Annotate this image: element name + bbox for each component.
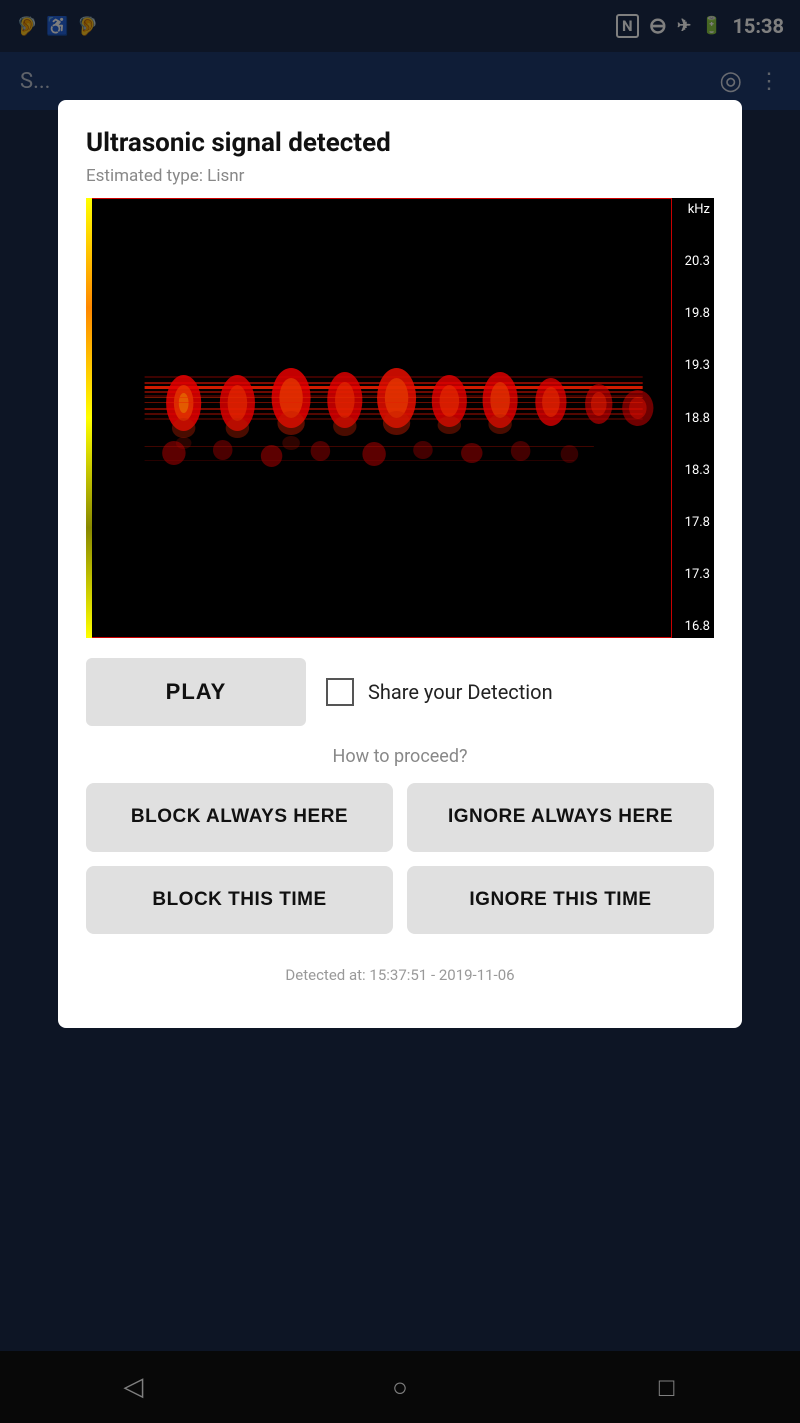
proceed-section: How to proceed? BLOCK ALWAYS HERE IGNORE… — [58, 746, 742, 1028]
share-detection-checkbox[interactable] — [326, 678, 354, 706]
action-grid: BLOCK ALWAYS HERE IGNORE ALWAYS HERE BLO… — [86, 783, 714, 934]
freq-label-188: 18.8 — [676, 411, 710, 426]
ignore-this-button[interactable]: IGNORE THIS TIME — [407, 866, 714, 935]
freq-label-khz: kHz — [676, 202, 710, 217]
freq-label-178: 17.8 — [676, 515, 710, 530]
proceed-question: How to proceed? — [86, 746, 714, 767]
freq-label-198: 19.8 — [676, 306, 710, 321]
spectrogram-svg — [86, 198, 672, 638]
block-this-button[interactable]: BLOCK THIS TIME — [86, 866, 393, 935]
dialog-subtitle: Estimated type: Lisnr — [86, 166, 714, 186]
share-detection-label: Share your Detection — [368, 680, 553, 704]
play-row: PLAY Share your Detection — [58, 638, 742, 746]
freq-label-183: 18.3 — [676, 463, 710, 478]
freq-label-203: 20.3 — [676, 254, 710, 269]
spectrogram: kHz 20.3 19.8 19.3 18.8 18.3 17.8 17.3 1… — [86, 198, 714, 638]
dialog: Ultrasonic signal detected Estimated typ… — [58, 100, 742, 1028]
block-always-button[interactable]: BLOCK ALWAYS HERE — [86, 783, 393, 852]
freq-label-173: 17.3 — [676, 567, 710, 582]
share-checkbox-row: Share your Detection — [326, 678, 714, 706]
ignore-always-button[interactable]: IGNORE ALWAYS HERE — [407, 783, 714, 852]
detected-at: Detected at: 15:37:51 - 2019-11-06 — [86, 948, 714, 1008]
freq-label-168: 16.8 — [676, 619, 710, 634]
freq-label-193: 19.3 — [676, 358, 710, 373]
dialog-title: Ultrasonic signal detected — [86, 128, 714, 158]
signal-bar — [86, 198, 92, 638]
play-button[interactable]: PLAY — [86, 658, 306, 726]
freq-labels: kHz 20.3 19.8 19.3 18.8 18.3 17.8 17.3 1… — [672, 198, 714, 638]
